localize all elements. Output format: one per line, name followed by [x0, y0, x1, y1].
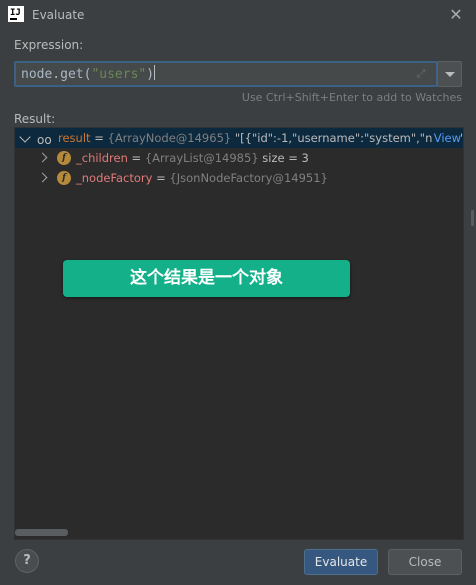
title-bar: IJ Evaluate ✕ [0, 0, 476, 30]
tree-row-nodefactory[interactable]: f _nodeFactory = {JsonNodeFactory@14951} [15, 168, 463, 188]
result-label: Result: [14, 112, 56, 126]
expand-arrow-icon[interactable] [37, 152, 48, 163]
text-caret [154, 65, 156, 80]
tree-row-children[interactable]: f _children = {ArrayList@14985} size = 3 [15, 148, 463, 168]
field-icon: f [57, 151, 71, 165]
expression-code[interactable]: node.get("users") [21, 65, 156, 82]
help-button[interactable]: ? [15, 549, 39, 573]
history-dropdown-button[interactable] [437, 61, 462, 87]
result-tree[interactable]: oo result = {ArrayNode@14965} "[{"id":-1… [14, 127, 464, 540]
close-button[interactable]: Close [388, 549, 462, 575]
expand-editor-icon[interactable]: ⤢ [414, 67, 428, 81]
vertical-scrollbar[interactable] [471, 210, 474, 226]
close-icon[interactable]: ✕ [444, 3, 468, 27]
expression-input[interactable]: node.get("users") ⤢ [14, 61, 438, 87]
watch-glasses-icon: oo [37, 133, 52, 147]
expand-arrow-icon[interactable] [37, 172, 48, 183]
watches-hint: Use Ctrl+Shift+Enter to add to Watches [241, 91, 462, 104]
field-icon: f [57, 171, 71, 185]
view-link[interactable]: View [431, 128, 461, 148]
window-title: Evaluate [32, 8, 85, 22]
annotation-banner: 这个结果是一个对象 [63, 260, 350, 297]
tree-row-result[interactable]: oo result = {ArrayNode@14965} "[{"id":-1… [15, 128, 463, 148]
chevron-down-icon [445, 72, 455, 77]
collapse-arrow-icon[interactable] [19, 131, 31, 143]
expression-label: Expression: [14, 38, 84, 52]
horizontal-scrollbar[interactable] [15, 529, 68, 536]
intellij-app-icon: IJ [8, 6, 24, 22]
evaluate-button[interactable]: Evaluate [304, 549, 378, 575]
